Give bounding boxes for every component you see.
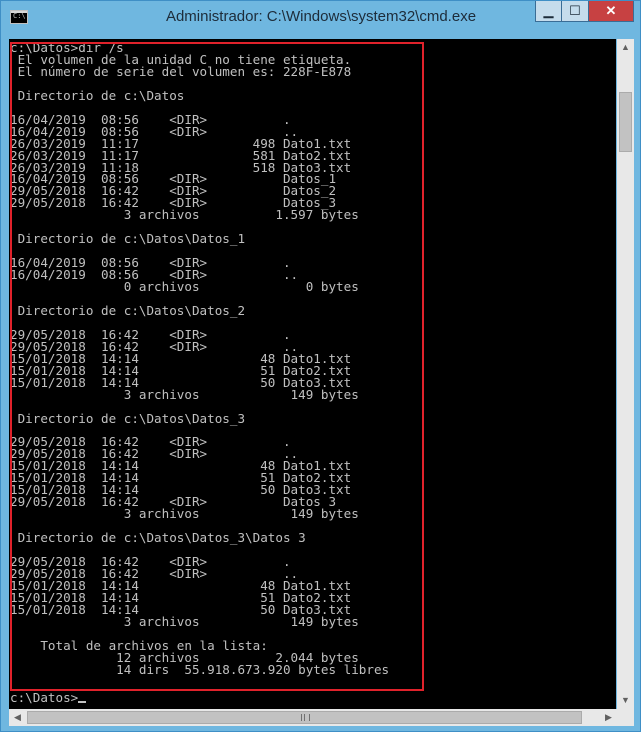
scroll-down-arrow-icon[interactable]: ▼ [617, 692, 634, 709]
scroll-left-arrow-icon[interactable]: ◀ [9, 709, 26, 726]
title-bar[interactable]: C:\. Administrador: C:\Windows\system32\… [1, 1, 640, 35]
horizontal-scrollbar[interactable]: ◀ ▶ [9, 709, 617, 726]
scroll-up-arrow-icon[interactable]: ▲ [617, 39, 634, 56]
cmd-app-icon[interactable]: C:\. [10, 10, 30, 24]
horizontal-scroll-thumb[interactable] [27, 711, 582, 724]
vertical-scrollbar[interactable]: ▲ ▼ [617, 39, 634, 709]
highlight-box [10, 42, 424, 691]
minimize-button[interactable]: ▁ [535, 1, 562, 22]
maximize-button[interactable]: ☐ [562, 1, 589, 22]
text-cursor [78, 701, 87, 703]
scroll-right-arrow-icon[interactable]: ▶ [600, 709, 617, 726]
command-prompt[interactable]: c:\Datos> [10, 690, 87, 705]
vertical-scroll-thumb[interactable] [619, 92, 632, 152]
window-title: Administrador: C:\Windows\system32\cmd.e… [165, 8, 477, 25]
cmd-window: C:\. Administrador: C:\Windows\system32\… [0, 0, 641, 732]
scrollbar-corner [617, 709, 634, 726]
prompt-text: c:\Datos> [10, 690, 79, 705]
close-button[interactable]: ✕ [589, 1, 634, 22]
grip-icon [300, 714, 310, 721]
